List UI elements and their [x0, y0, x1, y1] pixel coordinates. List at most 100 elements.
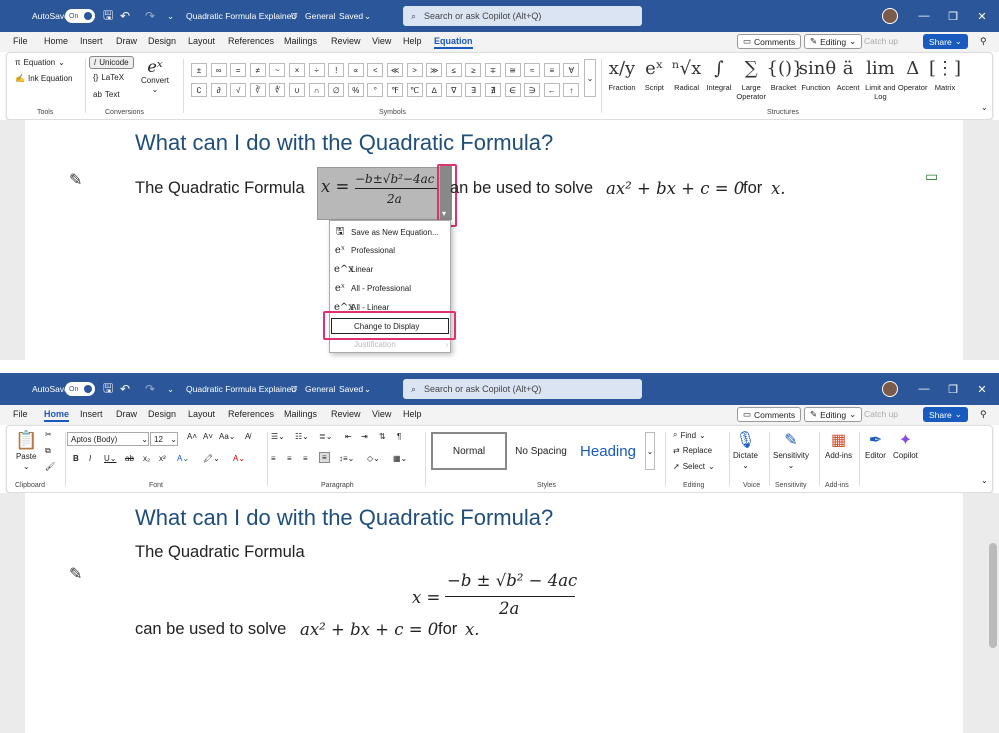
font-size-select[interactable]: 12 ⌄	[150, 432, 178, 446]
tab-insert[interactable]: Insert	[80, 409, 103, 419]
clear-formatting-icon[interactable]: A̸	[245, 432, 250, 441]
menu-item-linear[interactable]: e^x Linear	[334, 262, 373, 277]
symbol-button[interactable]: ÷	[308, 63, 325, 77]
menu-item-professional[interactable]: eˣ Professional	[334, 243, 395, 258]
person-icon[interactable]: ⚲	[980, 36, 987, 47]
share-button[interactable]: Share ⌄	[923, 407, 968, 422]
unicode-button[interactable]: / Unicode	[89, 56, 134, 69]
select-button[interactable]: ➚ Select ⌄	[673, 462, 715, 471]
customize-icon[interactable]: ⌄	[167, 373, 174, 405]
symbol-button[interactable]: ∀	[563, 63, 580, 77]
for-text[interactable]: for	[743, 179, 762, 198]
tab-equation[interactable]: Equation	[434, 36, 473, 49]
numbering-icon[interactable]: ☷⌄	[295, 432, 309, 441]
editing-button[interactable]: ✎ Editing ⌄	[804, 407, 863, 422]
chevron-down-icon[interactable]: ⌄	[981, 476, 988, 485]
sensitivity-label[interactable]: General	[305, 0, 335, 32]
symbol-button[interactable]: ≪	[387, 63, 403, 77]
doc-title[interactable]: Quadratic Formula Explained	[186, 373, 296, 405]
structure-accent-button[interactable]: ä Accent	[831, 55, 865, 92]
highlight-color-icon[interactable]: 🖍⌄	[203, 454, 220, 463]
scrollbar-thumb[interactable]	[989, 543, 997, 648]
symbol-button[interactable]: %	[347, 83, 364, 97]
tab-references[interactable]: References	[228, 409, 274, 419]
person-icon[interactable]: ⚲	[980, 409, 987, 420]
symbol-button[interactable]: ∜	[269, 83, 286, 97]
comments-button[interactable]: ▭ Comments	[737, 407, 802, 422]
document-page[interactable]: What can I do with the Quadratic Formula…	[25, 493, 963, 733]
sensitivity-button[interactable]: ✎ Sensitivity ⌄	[773, 430, 809, 470]
autosave-toggle[interactable]: On	[65, 382, 95, 396]
line-spacing-icon[interactable]: ↕≡⌄	[339, 454, 354, 463]
save-icon[interactable]: 🖫	[103, 0, 113, 32]
cut-icon[interactable]: ✂	[45, 430, 52, 439]
borders-icon[interactable]: ▦⌄	[393, 454, 407, 463]
format-painter-icon[interactable]: 🖌	[45, 462, 55, 471]
symbol-button[interactable]: ±	[191, 63, 207, 77]
copy-icon[interactable]: ⧉	[45, 446, 51, 456]
symbol-button[interactable]: <	[367, 63, 384, 77]
tab-view[interactable]: View	[372, 409, 391, 419]
symbol-button[interactable]: =	[230, 63, 247, 77]
symbol-button[interactable]: √	[230, 83, 247, 97]
style-no-spacing[interactable]: No Spacing	[509, 432, 573, 470]
symbol-button[interactable]: ≡	[543, 63, 560, 77]
symbol-button[interactable]: ≈	[524, 63, 541, 77]
document-page[interactable]: What can I do with the Quadratic Formula…	[25, 120, 963, 360]
replace-button[interactable]: ⇄ Replace	[673, 446, 712, 455]
subscript-icon[interactable]: x₂	[143, 454, 150, 463]
copilot-button[interactable]: ✦ Copilot	[893, 430, 918, 460]
symbol-button[interactable]: ≫	[426, 63, 443, 77]
sensitivity-label[interactable]: General	[305, 373, 335, 405]
text-button[interactable]: ab Text	[93, 90, 120, 99]
symbol-button[interactable]: >	[406, 63, 423, 77]
redo-icon[interactable]: ↷	[145, 0, 155, 32]
text-effects-icon[interactable]: A⌄	[177, 454, 189, 463]
sort-icon[interactable]: ⇅	[379, 432, 386, 441]
avatar[interactable]	[882, 381, 898, 397]
structure-radical-button[interactable]: ⁿ√x Radical	[670, 55, 704, 92]
dictate-button[interactable]: 🎙 Dictate ⌄	[733, 430, 758, 470]
saved-status[interactable]: Saved	[339, 373, 363, 405]
symbol-button[interactable]: ∩	[308, 83, 325, 97]
customize-icon[interactable]: ⌄	[167, 0, 174, 32]
addins-button[interactable]: ▦ Add-ins	[825, 430, 852, 460]
underline-icon[interactable]: U⌄	[104, 454, 116, 463]
tab-references[interactable]: References	[228, 36, 274, 46]
symbol-button[interactable]: ∞	[210, 63, 227, 77]
share-button[interactable]: Share ⌄	[923, 34, 968, 49]
symbol-button[interactable]: ℃	[406, 83, 423, 97]
align-right-icon[interactable]: ≡	[303, 454, 308, 463]
page-heading[interactable]: What can I do with the Quadratic Formula…	[135, 505, 553, 531]
body-text-start[interactable]: The Quadratic Formula	[135, 543, 305, 562]
symbol-button[interactable]: ≅	[504, 63, 521, 77]
symbol-button[interactable]: ∝	[347, 63, 364, 77]
paste-button[interactable]: 📋 Paste ⌄	[15, 430, 37, 471]
tab-file[interactable]: File	[13, 409, 28, 419]
bold-icon[interactable]: B	[73, 454, 79, 463]
symbol-button[interactable]: ∂	[210, 83, 227, 97]
copilot-draft-icon[interactable]: ✎	[69, 170, 82, 190]
symbol-button[interactable]: ∆	[426, 83, 443, 97]
align-center-icon[interactable]: ≡	[287, 454, 292, 463]
font-color-icon[interactable]: A⌄	[233, 454, 245, 463]
symbol-button[interactable]: ∪	[289, 83, 305, 97]
save-icon[interactable]: 🖫	[103, 373, 113, 405]
tab-draw[interactable]: Draw	[116, 36, 137, 46]
symbol-button[interactable]: ≥	[465, 63, 482, 77]
symbol-button[interactable]: ←	[543, 83, 560, 97]
align-left-icon[interactable]: ≡	[271, 454, 276, 463]
tab-insert[interactable]: Insert	[80, 36, 103, 46]
menu-item-save-equation[interactable]: 🖫 Save as New Equation...	[334, 225, 439, 240]
ink-equation-button[interactable]: ✍ Ink Equation	[15, 74, 72, 83]
symbol-button[interactable]: ≠	[249, 63, 266, 77]
multilevel-list-icon[interactable]: ≣⌄	[319, 432, 332, 441]
tab-layout[interactable]: Layout	[188, 409, 215, 419]
structure-function-button[interactable]: sinθ Function	[799, 55, 836, 92]
structure-limit-and-log-button[interactable]: lim Limit and Log	[863, 55, 897, 101]
body-text-start[interactable]: The Quadratic Formula	[135, 179, 305, 198]
tab-help[interactable]: Help	[403, 36, 422, 46]
style-heading[interactable]: Heading	[573, 432, 643, 470]
strikethrough-icon[interactable]: ab	[125, 454, 134, 463]
show-marks-icon[interactable]: ¶	[397, 432, 401, 441]
